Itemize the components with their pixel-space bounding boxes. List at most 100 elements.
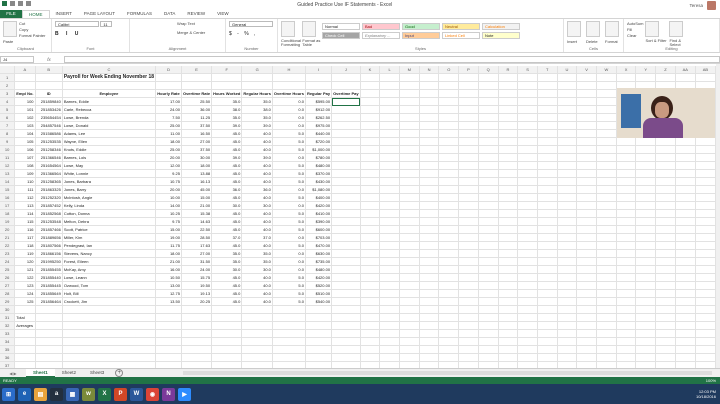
- cell[interactable]: [695, 217, 716, 226]
- cell[interactable]: [399, 273, 420, 282]
- cell[interactable]: [379, 313, 400, 322]
- cell[interactable]: [62, 305, 157, 314]
- cell[interactable]: [331, 281, 361, 290]
- data-cell[interactable]: Melton, Debra: [62, 217, 157, 226]
- cell[interactable]: [537, 169, 558, 178]
- data-cell[interactable]: $975.00: [305, 121, 333, 130]
- cell[interactable]: [576, 249, 597, 258]
- column-header[interactable]: AA: [675, 66, 696, 74]
- windows-store-icon[interactable]: ▦: [66, 387, 79, 401]
- cell[interactable]: [517, 233, 538, 242]
- data-cell[interactable]: 5.0: [272, 129, 306, 138]
- cell[interactable]: [419, 209, 440, 218]
- style-good[interactable]: Good: [402, 23, 440, 30]
- cell[interactable]: [438, 177, 460, 186]
- cell[interactable]: [438, 113, 460, 122]
- cell[interactable]: [438, 313, 460, 322]
- cell[interactable]: [695, 353, 716, 362]
- sheet-tab-sheet3[interactable]: Sheet3: [83, 369, 111, 377]
- cell[interactable]: [379, 337, 400, 346]
- cell[interactable]: [498, 217, 519, 226]
- cell[interactable]: [478, 225, 499, 234]
- cell[interactable]: [458, 185, 479, 194]
- data-cell[interactable]: 105: [14, 137, 36, 146]
- column-title[interactable]: Regular Hours: [241, 89, 273, 98]
- cell[interactable]: [331, 81, 361, 90]
- cell[interactable]: [576, 145, 597, 154]
- cell[interactable]: [596, 337, 617, 346]
- cell[interactable]: [458, 337, 479, 346]
- data-cell[interactable]: Jones, Barry: [62, 185, 157, 194]
- cell[interactable]: [557, 73, 578, 82]
- ie-icon[interactable]: e: [18, 387, 31, 401]
- cell[interactable]: [360, 249, 381, 258]
- cell[interactable]: [379, 209, 400, 218]
- cell[interactable]: [517, 225, 538, 234]
- cell[interactable]: [438, 249, 460, 258]
- data-cell[interactable]: 38.0: [211, 105, 243, 114]
- cell[interactable]: [675, 145, 696, 154]
- cell[interactable]: [211, 353, 243, 362]
- cell[interactable]: [596, 345, 617, 354]
- cell[interactable]: [557, 89, 578, 98]
- cell[interactable]: [331, 113, 361, 122]
- data-cell[interactable]: 5.0: [272, 161, 306, 170]
- data-cell[interactable]: Wayne, Ellen: [62, 137, 157, 146]
- cell[interactable]: [458, 321, 479, 330]
- data-cell[interactable]: 251995250: [35, 257, 63, 266]
- cell[interactable]: [537, 257, 558, 266]
- cell[interactable]: [517, 145, 538, 154]
- cell[interactable]: [655, 241, 676, 250]
- cell[interactable]: [537, 297, 558, 306]
- cell[interactable]: [655, 137, 676, 146]
- cell[interactable]: [576, 97, 597, 106]
- cell[interactable]: [181, 337, 213, 346]
- data-cell[interactable]: 37.0: [211, 233, 243, 242]
- cell[interactable]: [379, 273, 400, 282]
- cell[interactable]: [399, 225, 420, 234]
- data-cell[interactable]: 5.0: [272, 273, 306, 282]
- data-cell[interactable]: 36.0: [211, 185, 243, 194]
- cell[interactable]: [331, 129, 361, 138]
- cell[interactable]: [181, 329, 213, 338]
- cell[interactable]: [576, 113, 597, 122]
- cell[interactable]: [616, 329, 637, 338]
- cell[interactable]: [537, 145, 558, 154]
- cell[interactable]: [419, 113, 440, 122]
- data-cell[interactable]: Holt, Bill: [62, 289, 157, 298]
- cell[interactable]: [576, 329, 597, 338]
- cell[interactable]: [596, 177, 617, 186]
- row-header[interactable]: 20: [0, 225, 16, 234]
- cell[interactable]: [478, 177, 499, 186]
- cell[interactable]: [438, 265, 460, 274]
- cell[interactable]: [458, 273, 479, 282]
- cell[interactable]: [675, 289, 696, 298]
- cell[interactable]: [360, 89, 381, 98]
- data-cell[interactable]: 5.0: [272, 297, 306, 306]
- cell[interactable]: [616, 161, 637, 170]
- data-cell[interactable]: 5.0: [272, 289, 306, 298]
- data-cell[interactable]: 0.0: [272, 121, 306, 130]
- cell[interactable]: [331, 233, 361, 242]
- column-header[interactable]: S: [517, 66, 538, 74]
- style-explanatory[interactable]: Explanatory ...: [362, 32, 400, 39]
- cell[interactable]: [35, 313, 63, 322]
- cell[interactable]: [379, 329, 400, 338]
- data-cell[interactable]: 107: [14, 153, 36, 162]
- column-header[interactable]: H: [272, 66, 306, 74]
- cell[interactable]: [537, 81, 558, 90]
- cell[interactable]: [399, 281, 420, 290]
- cell[interactable]: [517, 273, 538, 282]
- cell[interactable]: [331, 193, 361, 202]
- data-cell[interactable]: 35.0: [211, 249, 243, 258]
- cell[interactable]: [576, 169, 597, 178]
- cell[interactable]: [616, 337, 637, 346]
- cell[interactable]: [635, 281, 657, 290]
- data-cell[interactable]: 11.25: [181, 113, 213, 122]
- row-header[interactable]: 27: [0, 281, 16, 290]
- data-cell[interactable]: 251857466: [35, 225, 63, 234]
- cell[interactable]: [478, 281, 499, 290]
- cell[interactable]: [576, 313, 597, 322]
- cell[interactable]: [596, 161, 617, 170]
- cell[interactable]: [241, 321, 273, 330]
